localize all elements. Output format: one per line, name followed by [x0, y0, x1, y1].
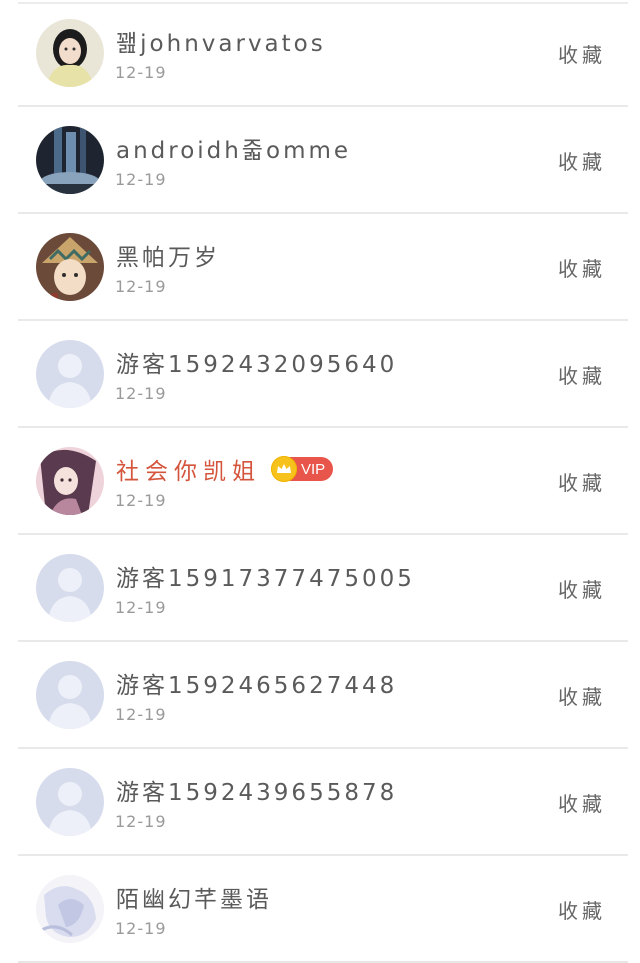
- comment-date: 12-19: [115, 63, 167, 82]
- user-list: 꽲johnvarvatos 12-19 收藏 androidh줇omme 12-…: [18, 0, 628, 963]
- collect-button[interactable]: 收藏: [558, 360, 606, 389]
- avatar[interactable]: [36, 447, 104, 515]
- collect-button[interactable]: 收藏: [558, 895, 606, 924]
- comment-date: 12-19: [115, 598, 167, 617]
- comment-date: 12-19: [115, 491, 167, 510]
- avatar[interactable]: [36, 126, 104, 194]
- list-item[interactable]: 游客15924656274​48 12-19 收藏: [18, 642, 628, 749]
- avatar[interactable]: [36, 554, 104, 622]
- user-name: androidh줇omme: [116, 138, 352, 164]
- collect-button[interactable]: 收藏: [558, 681, 606, 710]
- list-item[interactable]: androidh줇omme 12-19 收藏: [18, 107, 628, 214]
- avatar[interactable]: [36, 340, 104, 408]
- collect-button[interactable]: 收藏: [558, 788, 606, 817]
- user-name-text: 社会你凯姐: [116, 459, 261, 485]
- avatar[interactable]: [36, 875, 104, 943]
- collect-button[interactable]: 收藏: [558, 146, 606, 175]
- comment-date: 12-19: [115, 812, 167, 831]
- user-name: 꽲johnvarvatos: [116, 31, 326, 57]
- list-item[interactable]: 游客15924320956​40 12-19 收藏: [18, 321, 628, 428]
- vip-label: VIP: [301, 460, 326, 478]
- comment-date: 12-19: [115, 277, 167, 296]
- comment-date: 12-19: [115, 384, 167, 403]
- collect-button[interactable]: 收藏: [558, 39, 606, 68]
- collect-button[interactable]: 收藏: [558, 574, 606, 603]
- user-name: 陌幽幻芊墨语: [116, 887, 272, 913]
- comment-date: 12-19: [115, 919, 167, 938]
- user-name: 黑帕万岁: [116, 245, 220, 271]
- user-name: 社会你凯姐 VIP: [116, 452, 334, 486]
- crown-icon: [271, 456, 297, 482]
- user-name: 游客15917377475005: [116, 566, 415, 592]
- user-name: 游客15924396558​78: [116, 780, 398, 806]
- avatar[interactable]: [36, 19, 104, 87]
- comment-date: 12-19: [115, 705, 167, 724]
- list-item[interactable]: 社会你凯姐 VIP 12-19 收藏: [18, 428, 628, 535]
- list-item[interactable]: 陌幽幻芊墨语 12-19 收藏: [18, 856, 628, 963]
- avatar[interactable]: [36, 233, 104, 301]
- avatar[interactable]: [36, 768, 104, 836]
- comment-date: 12-19: [115, 170, 167, 189]
- collect-button[interactable]: 收藏: [558, 467, 606, 496]
- avatar[interactable]: [36, 661, 104, 729]
- vip-badge: VIP: [271, 456, 334, 482]
- list-item[interactable]: 游客15924396558​78 12-19 收藏: [18, 749, 628, 856]
- user-name: 游客15924656274​48: [116, 673, 398, 699]
- collect-button[interactable]: 收藏: [558, 253, 606, 282]
- list-item[interactable]: 黑帕万岁 12-19 收藏: [18, 214, 628, 321]
- list-item[interactable]: 游客15917377475005 12-19 收藏: [18, 535, 628, 642]
- list-item[interactable]: 꽲johnvarvatos 12-19 收藏: [18, 0, 628, 107]
- user-name: 游客15924320956​40: [116, 352, 398, 378]
